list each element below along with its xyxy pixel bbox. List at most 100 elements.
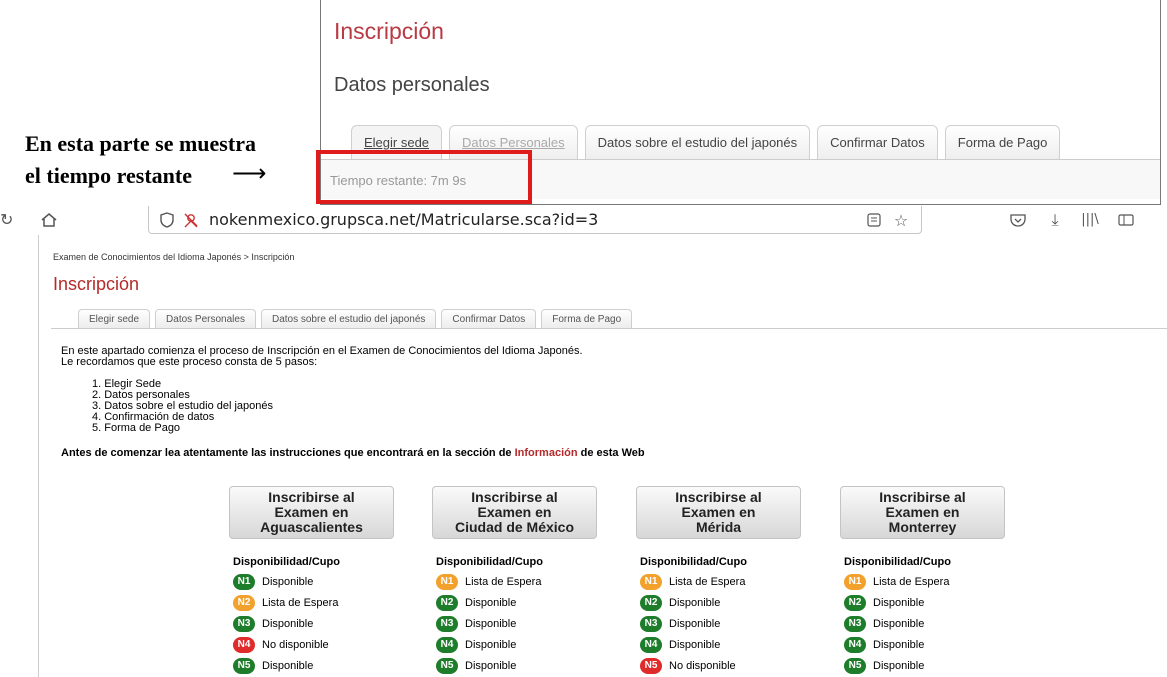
level-status-row: N3 Disponible [640,616,720,632]
tab-confirmar-datos[interactable]: Confirmar Datos [441,309,537,329]
browser-toolbar: ↻ nokenmexico.grupsca.net/Matricularse.s… [0,205,1167,235]
level-status-text: Disponible [669,597,721,609]
tab-datos-personales[interactable]: Datos Personales [155,309,256,329]
url-text[interactable]: nokenmexico.grupsca.net/Matricularse.sca… [209,210,598,229]
level-status-text: Lista de Espera [465,576,542,588]
level-status-text: No disponible [262,639,329,651]
level-status-text: Disponible [669,618,721,630]
level-badge: N2 [844,595,866,611]
register-button-line: Examen en [274,504,349,520]
level-status-row: N2 Disponible [436,595,516,611]
register-button-line: Inscribirse al [268,489,355,505]
sidebar-icon[interactable] [1115,205,1137,235]
tab-elegir-sede[interactable]: Elegir sede [78,309,151,329]
level-status-text: Lista de Espera [873,576,950,588]
informacion-link[interactable]: Información [515,447,578,459]
level-badge: N3 [844,616,866,632]
level-badge: N2 [233,595,255,611]
level-badge: N5 [233,658,255,674]
screenshot-root: En esta parte se muestra el tiempo resta… [0,0,1167,677]
level-status-row: N3 Disponible [233,616,313,632]
level-status-row: N4 Disponible [640,637,720,653]
level-status-row: N1 Disponible [233,574,313,590]
register-button-line: Aguascalientes [260,519,363,535]
instructions-notice: Antes de comenzar lea atentamente las in… [61,447,645,459]
level-badge: N1 [436,574,458,590]
availability-heading: Disponibilidad/Cupo [640,556,747,568]
level-badge: N1 [233,574,255,590]
shield-icon[interactable] [157,206,177,236]
annotation-line-1: En esta parte se muestra [25,131,256,156]
level-badge: N5 [640,658,662,674]
tab-forma-de-pago[interactable]: Forma de Pago [541,309,633,329]
level-status-text: No disponible [669,660,736,672]
register-exam-button[interactable]: Inscribirse al Examen en Monterrey [840,486,1005,539]
intro-line-2: Le recordamos que este proceso consta de… [61,356,318,368]
tab-divider [51,328,1167,329]
level-badge: N3 [436,616,458,632]
availability-heading: Disponibilidad/Cupo [436,556,543,568]
register-button-line: Mérida [695,519,742,535]
level-badge: N1 [640,574,662,590]
level-status-text: Disponible [262,618,314,630]
register-button-line: Examen en [885,504,960,520]
download-icon[interactable]: ⤓ [1044,205,1066,235]
bookmark-star-icon[interactable]: ☆ [891,206,911,236]
level-badge: N3 [233,616,255,632]
level-status-text: Lista de Espera [262,597,339,609]
level-status-text: Disponible [262,576,314,588]
blocked-permission-icon[interactable] [181,206,201,236]
level-status-row: N3 Disponible [436,616,516,632]
level-badge: N2 [640,595,662,611]
level-status-row: N1 Lista de Espera [844,574,949,590]
level-badge: N3 [640,616,662,632]
level-status-row: N2 Disponible [844,595,924,611]
level-status-row: N1 Lista de Espera [640,574,745,590]
annotation-arrow-icon: ⟶ [232,159,267,187]
level-status-text: Disponible [873,639,925,651]
register-exam-button[interactable]: Inscribirse al Examen en Mérida [636,486,801,539]
inset-title: Inscripción [334,18,444,44]
level-badge: N4 [233,637,255,653]
annotation-line-2: el tiempo restante [25,163,192,188]
level-badge: N5 [436,658,458,674]
register-button-line: Inscribirse al [879,489,966,505]
register-button-line: Ciudad de México [454,519,575,535]
level-status-text: Lista de Espera [669,576,746,588]
level-status-row: N4 Disponible [844,637,924,653]
inset-tab-forma-de-pago[interactable]: Forma de Pago [944,125,1061,160]
breadcrumb: Examen de Conocimientos del Idioma Japon… [53,252,295,262]
url-bar[interactable]: nokenmexico.grupsca.net/Matricularse.sca… [148,206,922,234]
level-badge: N1 [844,574,866,590]
level-status-text: Disponible [465,639,517,651]
level-status-text: Disponible [465,618,517,630]
level-status-row: N1 Lista de Espera [436,574,541,590]
inset-tab-estudio-japones[interactable]: Datos sobre el estudio del japonés [584,125,811,160]
level-badge: N2 [436,595,458,611]
level-status-text: Disponible [262,660,314,672]
level-status-row: N2 Lista de Espera [233,595,338,611]
register-exam-button[interactable]: Inscribirse al Examen en Aguascalientes [229,486,394,539]
register-button-line: Monterrey [888,519,957,535]
tab-estudio-japones[interactable]: Datos sobre el estudio del japonés [260,309,437,329]
time-remaining-highlight [316,150,532,204]
level-status-row: N5 Disponible [844,658,924,674]
reader-mode-icon[interactable] [865,206,883,236]
level-badge: N5 [844,658,866,674]
register-exam-button[interactable]: Inscribirse al Examen en Ciudad de México [432,486,597,539]
register-button-line: Inscribirse al [675,489,762,505]
pocket-icon[interactable] [1008,205,1028,235]
reload-icon[interactable]: ↻ [0,205,13,235]
level-status-row: N3 Disponible [844,616,924,632]
register-button-line: Examen en [477,504,552,520]
page-title: Inscripción [53,274,140,294]
intro-text: En este apartado comienza el proceso de … [61,346,583,368]
level-status-text: Disponible [873,660,925,672]
web-page: Examen de Conocimientos del Idioma Japon… [38,235,1167,677]
home-icon[interactable] [36,205,62,235]
level-status-row: N2 Disponible [640,595,720,611]
inset-tab-confirmar-datos[interactable]: Confirmar Datos [817,125,938,160]
availability-heading: Disponibilidad/Cupo [844,556,951,568]
library-icon[interactable]: |||\ [1079,205,1101,235]
notice-text-before: Antes de comenzar lea atentamente las in… [61,447,515,459]
